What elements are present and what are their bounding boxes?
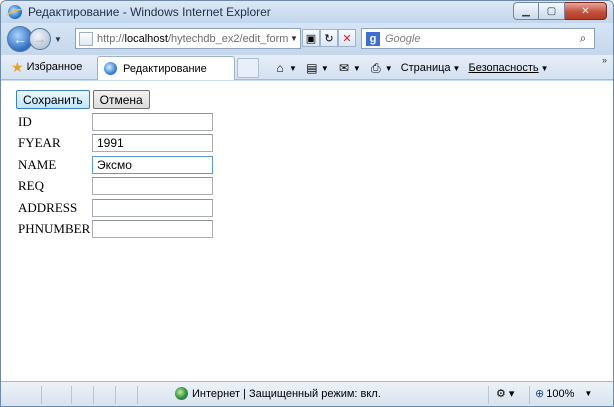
- status-divider: [41, 386, 42, 404]
- forward-button[interactable]: →: [29, 28, 51, 50]
- mail-icon: ✉: [338, 61, 349, 75]
- status-divider: [71, 386, 72, 404]
- command-bar: ⌂ ▼ ▤ ▼ ✉ ▼ ⎙ ▼ Страница ▼ Безопасность ▼: [271, 59, 551, 77]
- popup-settings-icon[interactable]: ⚙ ▾: [496, 387, 514, 400]
- browser-window: Редактирование - Windows Internet Explor…: [0, 0, 614, 407]
- field-label-id: ID: [18, 113, 32, 129]
- field-label-req: REQ: [18, 178, 44, 194]
- internet-explorer-icon: [8, 5, 22, 19]
- tab-bar: ★ Избранное Редактирование ⌂ ▼ ▤ ▼ ✉ ▼ ⎙ ▼ С…: [1, 55, 613, 80]
- feeds-button[interactable]: ▤ ▼: [303, 59, 331, 77]
- google-icon: g: [366, 31, 380, 46]
- window-controls: ▁ ▢ ✕: [513, 2, 607, 20]
- favorites-label: Избранное: [26, 61, 83, 73]
- page-content: Сохранить Отмена ID FYEAR 1991 NAME Эксм…: [1, 81, 613, 381]
- zoom-icon: ⊕: [535, 388, 545, 400]
- window-title: Редактирование - Windows Internet Explor…: [28, 5, 271, 19]
- chevron-more-icon[interactable]: »: [602, 55, 607, 65]
- compatibility-view-button[interactable]: ▣: [302, 29, 320, 47]
- tab-title: Редактирование: [123, 62, 207, 75]
- minimize-button[interactable]: ▁: [513, 2, 539, 20]
- page-menu-label: Страница: [400, 62, 451, 74]
- status-divider: [137, 386, 138, 404]
- address-bar[interactable]: http://localhost/hytechdb_ex2/edit_form.…: [75, 28, 301, 49]
- search-input[interactable]: Google: [385, 33, 572, 45]
- field-label-name: NAME: [18, 156, 57, 172]
- status-bar: Интернет | Защищенный режим: вкл. ⚙ ▾ ⊕ …: [1, 381, 613, 406]
- safety-menu[interactable]: Безопасность ▼: [466, 59, 550, 77]
- zoom-control[interactable]: ⊕ 100% ▼: [535, 387, 592, 401]
- zoom-dropdown-icon[interactable]: ▼: [584, 389, 592, 398]
- rss-icon: ▤: [306, 61, 318, 75]
- title-bar: Редактирование - Windows Internet Explor…: [1, 1, 613, 23]
- print-button[interactable]: ⎙ ▼: [367, 59, 395, 77]
- safety-menu-label: Безопасность: [468, 62, 539, 74]
- page-menu[interactable]: Страница ▼: [399, 59, 463, 77]
- field-label-phnumber: PHNUMBER: [18, 221, 91, 237]
- favorites-button[interactable]: ★ Избранное: [11, 59, 91, 76]
- form-row-name: NAME Эксмо: [16, 154, 213, 176]
- address-url: http://localhost/hytechdb_ex2/edit_form.…: [97, 32, 288, 45]
- phnumber-field[interactable]: [92, 220, 213, 239]
- form-row-phnumber: PHNUMBER: [16, 219, 213, 241]
- address-dropdown-icon[interactable]: ▼: [288, 34, 300, 43]
- globe-icon: [175, 387, 188, 400]
- name-field[interactable]: Эксмо: [92, 155, 213, 174]
- status-divider: [115, 386, 116, 404]
- save-button[interactable]: Сохранить: [16, 90, 90, 109]
- zone-text: Интернет | Защищенный режим: вкл.: [192, 387, 381, 400]
- tab-active[interactable]: Редактирование: [97, 56, 235, 80]
- req-field[interactable]: [92, 177, 213, 196]
- stop-button[interactable]: ✕: [338, 29, 356, 47]
- status-divider: [488, 386, 489, 404]
- status-divider: [529, 386, 530, 404]
- close-button[interactable]: ✕: [565, 2, 607, 20]
- recent-pages-dropdown-icon[interactable]: ▼: [54, 35, 64, 44]
- search-icon[interactable]: ⌕: [572, 31, 594, 46]
- home-icon: ⌂: [276, 61, 284, 75]
- status-divider: [93, 386, 94, 404]
- mail-button[interactable]: ✉ ▼: [335, 59, 363, 77]
- tab-page-icon: [104, 62, 117, 75]
- edit-form: ID FYEAR 1991 NAME Эксмо REQ ADDRESS PHN…: [16, 111, 213, 240]
- form-buttons: Сохранить Отмена: [16, 90, 150, 109]
- form-row-req: REQ: [16, 176, 213, 198]
- home-button[interactable]: ⌂ ▼: [271, 59, 299, 77]
- zoom-level: 100%: [546, 387, 575, 400]
- form-row-address: ADDRESS: [16, 197, 213, 219]
- address-field[interactable]: [92, 198, 213, 217]
- star-icon: ★: [11, 58, 24, 75]
- search-box[interactable]: g Google ⌕: [361, 28, 595, 49]
- refresh-button[interactable]: ↻: [320, 29, 338, 47]
- fyear-field[interactable]: 1991: [92, 134, 213, 153]
- maximize-button[interactable]: ▢: [539, 2, 565, 20]
- cancel-button[interactable]: Отмена: [92, 90, 150, 109]
- new-tab-button[interactable]: [237, 58, 259, 78]
- security-zone[interactable]: Интернет | Защищенный режим: вкл.: [175, 387, 381, 400]
- field-label-fyear: FYEAR: [18, 135, 61, 151]
- print-icon: ⎙: [370, 60, 381, 75]
- field-label-address: ADDRESS: [18, 199, 78, 215]
- form-row-fyear: FYEAR 1991: [16, 133, 213, 155]
- navigation-bar: ← → ▼ http://localhost/hytechdb_ex2/edit…: [1, 23, 613, 55]
- id-field[interactable]: [92, 112, 213, 131]
- page-icon: [79, 31, 93, 46]
- form-row-id: ID: [16, 111, 213, 133]
